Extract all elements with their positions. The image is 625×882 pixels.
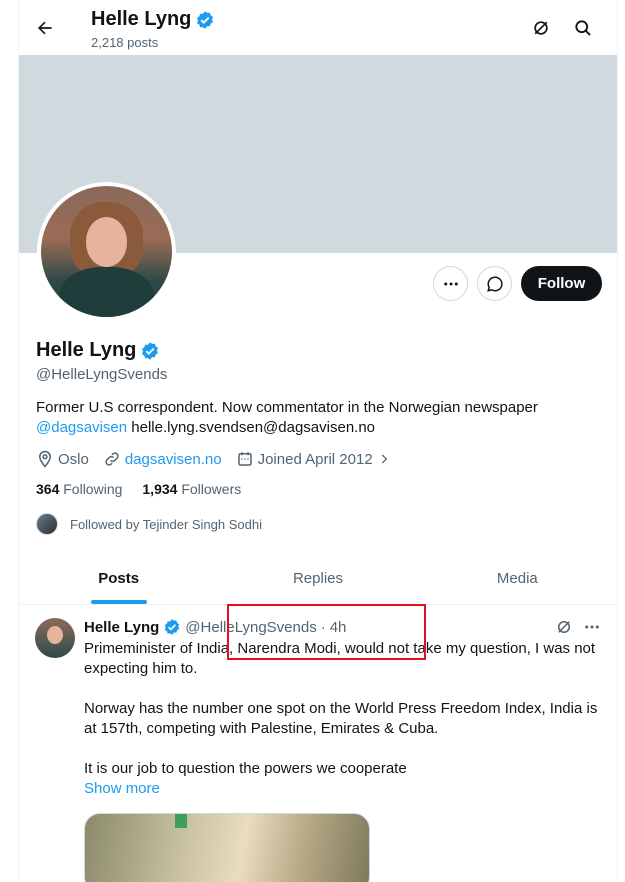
back-arrow-icon[interactable] [31,14,59,42]
follower-avatar [36,513,58,535]
verified-badge-icon [197,10,214,29]
follow-button[interactable]: Follow [521,266,602,301]
location-text: Oslo [58,450,89,468]
tweet[interactable]: Helle Lyng @HelleLyngSvends · 4h Primemi… [19,606,617,882]
followers-count: 1,934 [142,481,178,497]
followers-label: Followers [181,481,242,497]
location: Oslo [36,450,89,468]
more-icon [443,282,458,285]
tweet-author-handle[interactable]: @HelleLyngSvends [185,619,316,636]
following-label: Following [63,481,123,497]
bio-mention-link[interactable]: @dagsavisen [36,419,127,436]
bio-text: Former U.S correspondent. Now commentato… [36,399,538,416]
website: dagsavisen.no [103,450,222,468]
more-options-button[interactable] [433,266,468,301]
tab-media[interactable]: Media [418,553,617,604]
tweet-avatar[interactable] [35,618,75,658]
profile-page: Helle Lyng 2,218 posts Follow Helle Lyng… [18,0,618,882]
tweet-media-image[interactable] [84,813,370,882]
tweet-paragraph-3: It is our job to question the powers we … [84,760,407,777]
grok-icon[interactable] [555,618,573,641]
bio-email: helle.lyng.svendsen@dagsavisen.no [127,419,376,436]
follow-stats: 364 Following 1,934 Followers [36,481,241,497]
tweet-paragraph-2: Norway has the number one spot on the Wo… [84,700,598,737]
header-title: Helle Lyng [91,8,215,31]
tweet-header: Helle Lyng @HelleLyngSvends · 4h [84,618,346,636]
grok-icon[interactable] [527,14,555,42]
tab-posts[interactable]: Posts [19,553,218,604]
profile-bio: Former U.S correspondent. Now commentato… [36,398,596,438]
tweet-author-name[interactable]: Helle Lyng [84,619,159,636]
search-icon[interactable] [569,14,597,42]
profile-name: Helle Lyng [36,339,160,362]
message-icon [486,275,503,292]
header-name: Helle Lyng [91,8,192,30]
website-link[interactable]: dagsavisen.no [125,451,222,468]
top-bar: Helle Lyng 2,218 posts [19,0,617,55]
joined-date[interactable]: Joined April 2012 [236,450,391,468]
avatar-photo [41,186,172,317]
tweet-more-icon[interactable] [583,618,601,641]
followed-by[interactable]: Followed by Tejinder Singh Sodhi [36,513,262,535]
calendar-icon [237,452,252,466]
followed-by-text: Followed by Tejinder Singh Sodhi [70,516,262,532]
tab-replies[interactable]: Replies [218,553,417,604]
following-link[interactable]: 364 Following [36,481,122,497]
verified-badge-icon [165,619,180,635]
tweet-paragraph-1: Primeminister of India, Narendra Modi, w… [84,640,596,677]
tweet-text: Primeminister of India, Narendra Modi, w… [84,639,604,799]
chevron-right-icon [381,454,387,464]
location-pin-icon [38,450,52,468]
profile-tabs: Posts Replies Media [19,553,617,605]
tweet-time[interactable]: 4h [330,619,347,636]
followers-link[interactable]: 1,934 Followers [142,481,241,497]
profile-name-text: Helle Lyng [36,339,137,361]
show-more-link[interactable]: Show more [84,779,604,799]
message-button[interactable] [477,266,512,301]
verified-badge-icon[interactable] [140,341,160,361]
following-count: 364 [36,481,60,497]
tweet-separator: · [320,618,326,636]
profile-meta: Oslo dagsavisen.no Joined April 2012 [36,450,405,468]
profile-handle: @HelleLyngSvends [36,366,168,383]
link-icon [105,452,119,466]
joined-text: Joined April 2012 [257,450,373,468]
post-count: 2,218 posts [91,35,159,50]
profile-avatar[interactable] [37,182,176,321]
